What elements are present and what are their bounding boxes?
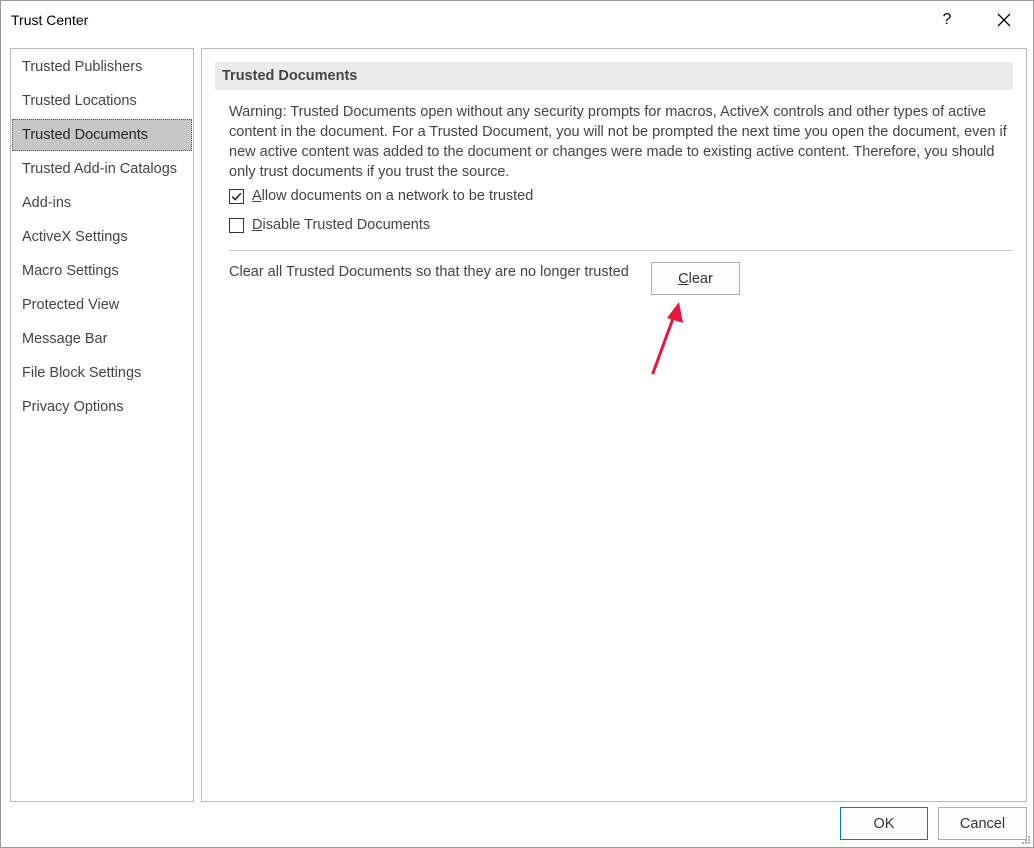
resize-grip-icon[interactable] (1021, 835, 1031, 845)
checkmark-icon (231, 192, 242, 201)
section-title: Trusted Documents (215, 62, 1013, 90)
sidebar-item-protected-view[interactable]: Protected View (12, 289, 192, 321)
section-divider (229, 250, 1013, 251)
sidebar-item-macro-settings[interactable]: Macro Settings (12, 255, 192, 287)
warning-text: Warning: Trusted Documents open without … (229, 104, 1007, 180)
cancel-button[interactable]: Cancel (938, 807, 1027, 840)
disable-trusted-documents-checkbox[interactable] (229, 217, 244, 233)
clear-button[interactable]: Clear (651, 262, 740, 295)
clear-trusted-documents-text: Clear all Trusted Documents so that they… (229, 264, 629, 280)
trust-center-dialog: Trust Center ? Trusted Publishers Truste… (0, 0, 1034, 848)
category-sidebar: Trusted Publishers Trusted Locations Tru… (10, 48, 194, 802)
disable-trusted-documents-label: Disable Trusted Documents (252, 217, 431, 233)
allow-network-documents-label: Allow documents on a network to be trust… (252, 188, 534, 204)
allow-network-documents-checkbox[interactable] (229, 188, 244, 204)
sidebar-item-trusted-locations[interactable]: Trusted Locations (12, 85, 192, 117)
allow-network-documents-option[interactable]: Allow documents on a network to be trust… (229, 186, 533, 206)
sidebar-item-privacy-options[interactable]: Privacy Options (12, 391, 192, 423)
sidebar-item-message-bar[interactable]: Message Bar (12, 323, 192, 355)
settings-panel: Trusted Documents Warning: Trusted Docum… (201, 48, 1027, 802)
sidebar-item-trusted-add-in-catalogs[interactable]: Trusted Add-in Catalogs (12, 153, 192, 185)
sidebar-item-trusted-publishers[interactable]: Trusted Publishers (12, 51, 192, 83)
sidebar-item-activex-settings[interactable]: ActiveX Settings (12, 221, 192, 253)
window-title: Trust Center (11, 12, 89, 28)
sidebar-item-trusted-documents[interactable]: Trusted Documents (12, 119, 192, 151)
sidebar-item-file-block-settings[interactable]: File Block Settings (12, 357, 192, 389)
help-button[interactable]: ? (929, 5, 965, 35)
sidebar-item-add-ins[interactable]: Add-ins (12, 187, 192, 219)
title-bar: Trust Center ? (1, 1, 1033, 39)
ok-button[interactable]: OK (840, 807, 928, 840)
close-button[interactable] (985, 5, 1023, 35)
disable-trusted-documents-option[interactable]: Disable Trusted Documents (229, 215, 430, 235)
close-icon (997, 13, 1011, 27)
annotation-arrow-icon (651, 302, 683, 375)
